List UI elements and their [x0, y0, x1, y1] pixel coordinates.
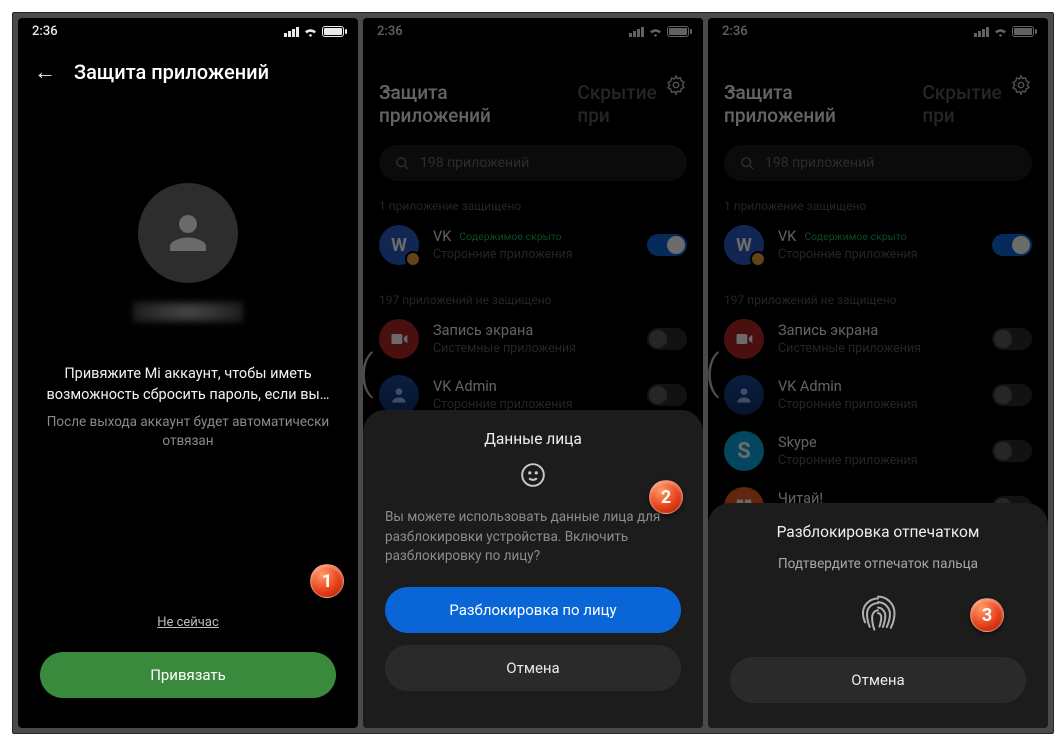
step-badge-3: 3 — [970, 598, 1004, 632]
protected-section-label: 1 приложение защищено — [363, 181, 703, 219]
app-row-vk-admin[interactable]: VK Admin Сторонние приложения — [708, 369, 1048, 425]
step-badge-1: 1 — [310, 564, 344, 598]
divider-icon: ( — [359, 346, 374, 400]
back-arrow-icon[interactable]: ← — [724, 74, 746, 100]
sheet-body-text: Подтвердите отпечаток пальца — [730, 555, 1026, 575]
bind-sub-text: После выхода аккаунт будет автоматически… — [38, 413, 338, 451]
unprotected-section-label: 197 приложений не защищено — [708, 275, 1048, 313]
not-now-link[interactable]: Не сейчас — [18, 615, 358, 630]
toggle-screen-record[interactable] — [992, 328, 1032, 350]
search-placeholder: 198 приложений — [420, 155, 529, 171]
toggle-vk-admin[interactable] — [992, 384, 1032, 406]
back-arrow-icon[interactable]: ← — [34, 59, 56, 85]
phone-screen-3: 2:36 ← Защита приложений Скрытие при 198… — [708, 18, 1048, 728]
toggle-vk-admin[interactable] — [647, 384, 687, 406]
app-row-vk[interactable]: W VKСодержимое скрыто Сторонние приложен… — [708, 219, 1048, 275]
divider-icon: ( — [705, 346, 720, 400]
app-row-vk[interactable]: W VKСодержимое скрыто Сторонние приложен… — [363, 219, 703, 275]
vk-icon: W — [379, 225, 419, 265]
tab-protection[interactable]: Защита приложений — [379, 81, 553, 127]
app-row-screen-record[interactable]: Запись экрана Системные приложения — [708, 313, 1048, 369]
toggle-screen-record[interactable] — [647, 328, 687, 350]
tab-protection[interactable]: Защита приложений — [724, 81, 898, 127]
clock: 2:36 — [32, 24, 58, 39]
clock: 2:36 — [377, 24, 403, 39]
face-data-sheet: Данные лица Вы можете использовать данны… — [363, 410, 703, 728]
sheet-body-text: Вы можете использовать данные лица для р… — [385, 508, 681, 567]
search-placeholder: 198 приложений — [765, 155, 874, 171]
search-icon — [740, 156, 755, 171]
screen-record-icon — [724, 319, 764, 359]
battery-icon — [1012, 26, 1034, 37]
signal-icon — [974, 27, 989, 37]
sheet-title: Данные лица — [385, 430, 681, 448]
vk-icon: W — [724, 225, 764, 265]
search-icon — [395, 156, 410, 171]
step-badge-2: 2 — [649, 480, 683, 514]
toggle-vk[interactable] — [992, 234, 1032, 256]
toggle-vk[interactable] — [647, 234, 687, 256]
cancel-button[interactable]: Отмена — [730, 657, 1026, 703]
wifi-icon — [303, 26, 318, 37]
gear-icon[interactable] — [665, 74, 687, 96]
hidden-badge: Содержимое скрыто — [459, 230, 561, 243]
wifi-icon — [648, 26, 663, 37]
clock: 2:36 — [722, 24, 748, 39]
sheet-title: Разблокировка отпечатком — [730, 523, 1026, 541]
status-bar: 2:36 — [18, 18, 358, 41]
protected-section-label: 1 приложение защищено — [708, 181, 1048, 219]
unprotected-section-label: 197 приложений не защищено — [363, 275, 703, 313]
hidden-badge: Содержимое скрыто — [804, 230, 906, 243]
vk-admin-icon — [724, 375, 764, 415]
phone-screen-1: 2:36 ← Защита приложений Привяжите Mi ак… — [18, 18, 358, 728]
gear-icon[interactable] — [1010, 74, 1032, 96]
battery-icon — [322, 26, 344, 37]
username-blurred — [133, 301, 243, 323]
search-input[interactable]: 198 приложений — [379, 145, 687, 181]
signal-icon — [629, 27, 644, 37]
face-unlock-button[interactable]: Разблокировка по лицу — [385, 587, 681, 633]
toggle-skype[interactable] — [992, 440, 1032, 462]
battery-icon — [667, 26, 689, 37]
back-arrow-icon[interactable]: ← — [379, 74, 401, 100]
bind-button[interactable]: Привязать — [40, 652, 336, 698]
wifi-icon — [993, 26, 1008, 37]
status-icons — [284, 26, 344, 37]
vk-admin-icon — [379, 375, 419, 415]
face-icon — [385, 462, 681, 492]
skype-icon: S — [724, 431, 764, 471]
bind-prompt-text: Привяжите Mi аккаунт, чтобы иметь возмож… — [38, 363, 338, 405]
app-row-skype[interactable]: S Skype Сторонние приложения — [708, 425, 1048, 481]
page-title: Защита приложений — [74, 60, 269, 84]
avatar-placeholder — [138, 183, 238, 283]
search-input[interactable]: 198 приложений — [724, 145, 1032, 181]
app-row-screen-record[interactable]: Запись экрана Системные приложения — [363, 313, 703, 369]
signal-icon — [284, 27, 299, 37]
phone-screen-2: 2:36 ← Защита приложений Скрытие при 198… — [363, 18, 703, 728]
cancel-button[interactable]: Отмена — [385, 645, 681, 691]
screen-record-icon — [379, 319, 419, 359]
